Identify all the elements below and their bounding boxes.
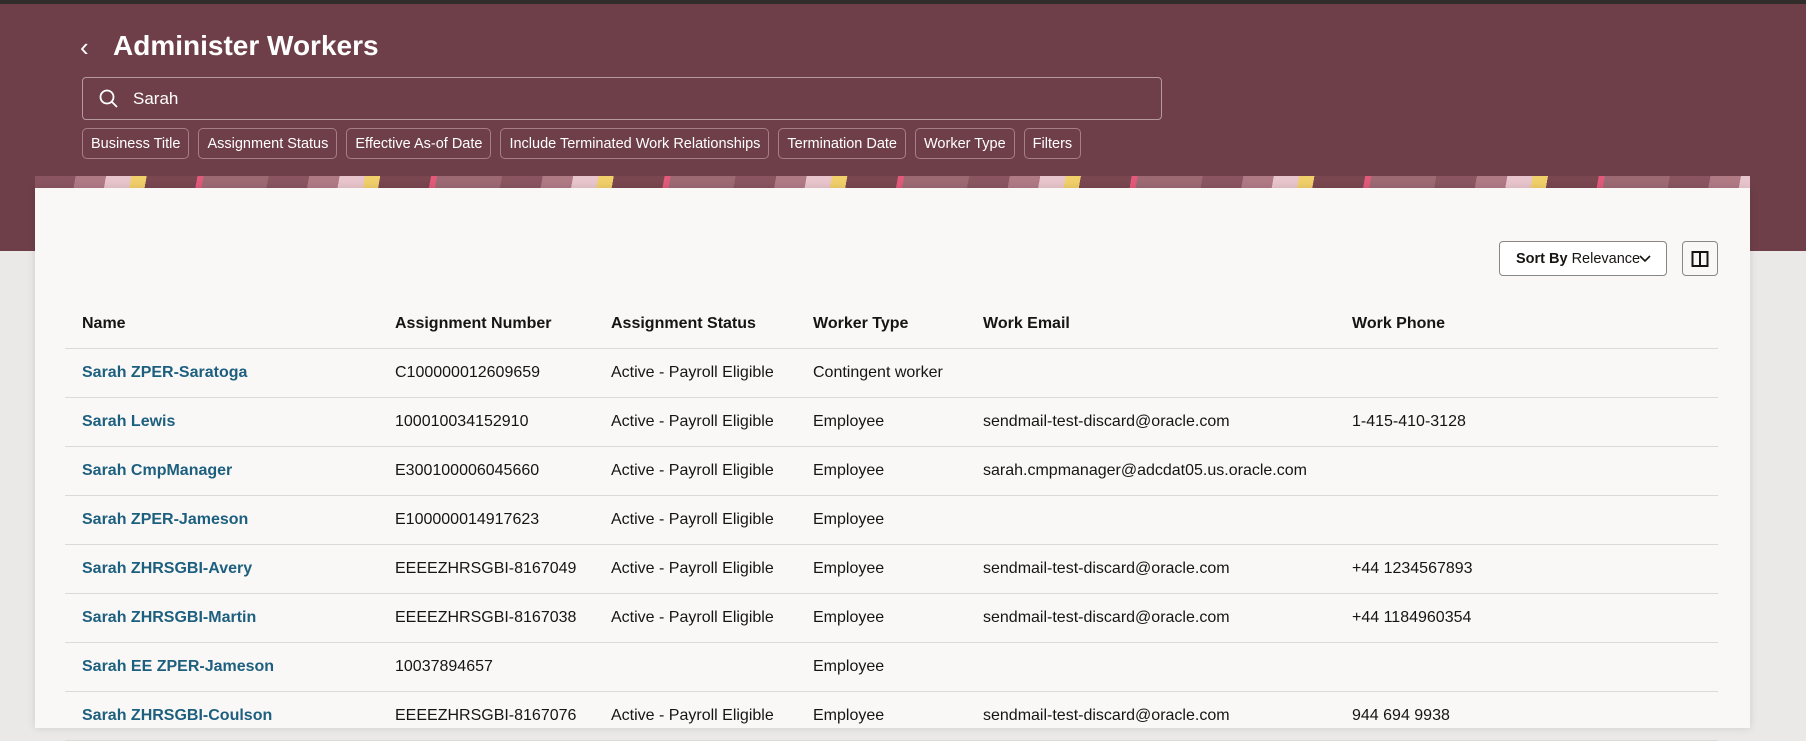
cell-assignment-number: E300100006045660 <box>378 446 594 496</box>
cell-work-phone: 944 694 9938 <box>1335 691 1718 741</box>
page-title: Administer Workers <box>113 30 379 61</box>
sort-label: Sort By <box>1516 250 1568 267</box>
cell-worker-type: Contingent worker <box>796 348 966 398</box>
filter-chip[interactable]: Assignment Status <box>198 128 338 159</box>
cell-work-email <box>966 642 1335 692</box>
column-header: Work Phone <box>1335 300 1718 349</box>
workers-table: Name Assignment Number Assignment Status Wo… <box>65 300 1718 741</box>
search-input[interactable]: Sarah <box>82 77 1162 120</box>
cell-assignment-status: Active - Payroll Eligible <box>594 446 796 496</box>
cell-name: Sarah ZHRSGBI-Coulson <box>65 691 378 741</box>
cell-name: Sarah ZHRSGBI-Avery <box>65 544 378 594</box>
cell-work-email: sendmail-test-discard@oracle.com <box>966 691 1335 741</box>
worker-name-link[interactable]: Sarah ZPER-Jameson <box>82 511 248 528</box>
worker-name-link[interactable]: Sarah ZHRSGBI-Avery <box>82 560 252 577</box>
table-row: Sarah EE ZPER-Jameson 10037894657 Employee <box>65 642 1718 692</box>
cell-work-email: sarah.cmpmanager@adcdat05.us.oracle.com <box>966 446 1335 496</box>
cell-work-phone <box>1335 348 1718 398</box>
back-chevron-icon[interactable]: ‹ <box>80 32 89 63</box>
table-row: Sarah ZPER-Jameson E100000014917623 Active… <box>65 495 1718 545</box>
filter-chip[interactable]: Worker Type <box>915 128 1015 159</box>
worker-name-link[interactable]: Sarah EE ZPER-Jameson <box>82 658 274 675</box>
table-row: Sarah CmpManager E300100006045660 Active -… <box>65 446 1718 496</box>
cell-assignment-number: EEEEZHRSGBI-8167076 <box>378 691 594 741</box>
worker-name-link[interactable]: Sarah Lewis <box>82 413 175 430</box>
cell-assignment-status: Active - Payroll Eligible <box>594 544 796 594</box>
filter-chip[interactable]: Effective As-of Date <box>346 128 492 159</box>
column-header: Name <box>65 300 378 349</box>
cell-work-email: sendmail-test-discard@oracle.com <box>966 544 1335 594</box>
filter-chip[interactable]: Business Title <box>82 128 190 159</box>
filter-chips: Business Title Assignment Status Effective… <box>82 128 1082 159</box>
table-row: Sarah ZHRSGBI-Martin EEEEZHRSGBI-8167038 A… <box>65 593 1718 643</box>
worker-name-link[interactable]: Sarah CmpManager <box>82 462 232 479</box>
worker-name-link[interactable]: Sarah ZPER-Saratoga <box>82 364 247 381</box>
cell-work-phone <box>1335 642 1718 692</box>
cell-name: Sarah ZHRSGBI-Martin <box>65 593 378 643</box>
cell-worker-type: Employee <box>796 593 966 643</box>
cell-work-phone: +44 1234567893 <box>1335 544 1718 594</box>
cell-work-phone: 1-415-410-3128 <box>1335 397 1718 447</box>
cell-assignment-number: E100000014917623 <box>378 495 594 545</box>
cell-work-phone <box>1335 446 1718 496</box>
cell-assignment-number: C100000012609659 <box>378 348 594 398</box>
cell-assignment-number: 10037894657 <box>378 642 594 692</box>
cell-assignment-status: Active - Payroll Eligible <box>594 348 796 398</box>
cell-work-email: sendmail-test-discard@oracle.com <box>966 397 1335 447</box>
search-value: Sarah <box>133 88 179 108</box>
column-layout-button[interactable] <box>1682 241 1718 276</box>
column-header: Work Email <box>966 300 1335 349</box>
sort-by-select[interactable]: Sort By Relevance <box>1499 241 1667 276</box>
cell-work-email <box>966 495 1335 545</box>
cell-name: Sarah EE ZPER-Jameson <box>65 642 378 692</box>
column-header: Worker Type <box>796 300 966 349</box>
cell-work-phone <box>1335 495 1718 545</box>
cell-assignment-status: Active - Payroll Eligible <box>594 495 796 545</box>
results-card: Sort By Relevance Name Assignment Number A… <box>35 188 1750 741</box>
cell-worker-type: Employee <box>796 397 966 447</box>
search-icon <box>99 89 118 108</box>
cell-worker-type: Employee <box>796 495 966 545</box>
cell-worker-type: Employee <box>796 642 966 692</box>
cell-name: Sarah ZPER-Jameson <box>65 495 378 545</box>
cell-work-email: sendmail-test-discard@oracle.com <box>966 593 1335 643</box>
worker-name-link[interactable]: Sarah ZHRSGBI-Coulson <box>82 707 272 724</box>
cell-worker-type: Employee <box>796 446 966 496</box>
cell-work-email <box>966 348 1335 398</box>
worker-name-link[interactable]: Sarah ZHRSGBI-Martin <box>82 609 256 626</box>
cell-name: Sarah Lewis <box>65 397 378 447</box>
cell-worker-type: Employee <box>796 544 966 594</box>
cell-name: Sarah CmpManager <box>65 446 378 496</box>
cell-name: Sarah ZPER-Saratoga <box>65 348 378 398</box>
cell-work-phone: +44 1184960354 <box>1335 593 1718 643</box>
cell-assignment-status <box>594 642 796 692</box>
table-header-row: Name Assignment Number Assignment Status Wo… <box>65 300 1718 349</box>
cell-worker-type: Employee <box>796 691 966 741</box>
chevron-down-icon <box>1639 255 1651 263</box>
table-row: Sarah Lewis 100010034152910 Active - Payro… <box>65 397 1718 447</box>
cell-assignment-status: Active - Payroll Eligible <box>594 397 796 447</box>
cell-assignment-status: Active - Payroll Eligible <box>594 691 796 741</box>
cell-assignment-number: EEEEZHRSGBI-8167038 <box>378 593 594 643</box>
table-row: Sarah ZPER-Saratoga C100000012609659 Activ… <box>65 348 1718 398</box>
filter-chip[interactable]: Filters <box>1023 128 1082 159</box>
column-header: Assignment Number <box>378 300 594 349</box>
filter-chip[interactable]: Include Terminated Work Relationships <box>500 128 770 159</box>
cell-assignment-status: Active - Payroll Eligible <box>594 593 796 643</box>
table-row: Sarah ZHRSGBI-Avery EEEEZHRSGBI-8167049 Ac… <box>65 544 1718 594</box>
cell-assignment-number: 100010034152910 <box>378 397 594 447</box>
filter-chip[interactable]: Termination Date <box>778 128 906 159</box>
columns-icon <box>1691 250 1709 267</box>
table-row: Sarah ZHRSGBI-Coulson EEEEZHRSGBI-8167076… <box>65 691 1718 741</box>
column-header: Assignment Status <box>594 300 796 349</box>
sort-value: Relevance <box>1571 250 1641 267</box>
cell-assignment-number: EEEEZHRSGBI-8167049 <box>378 544 594 594</box>
